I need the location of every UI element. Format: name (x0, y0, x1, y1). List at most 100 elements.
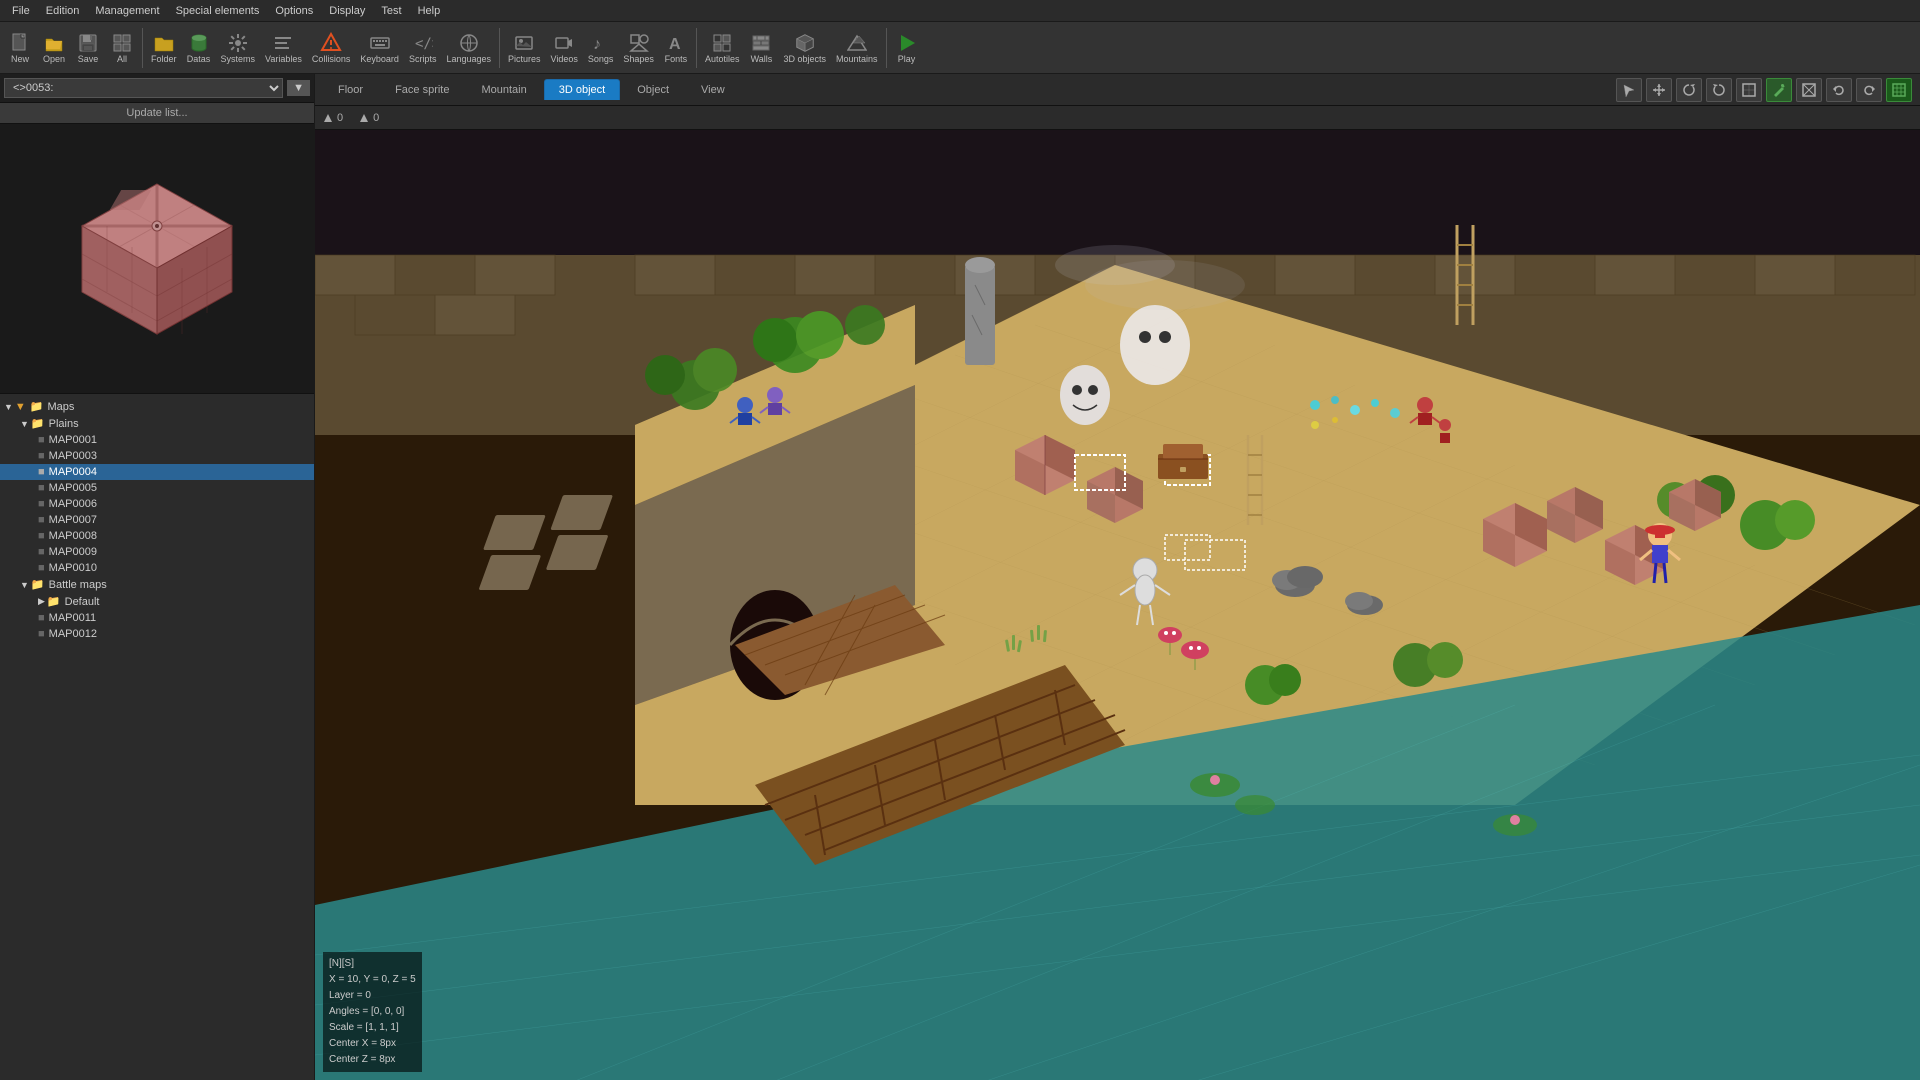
tool-erase[interactable] (1796, 78, 1822, 102)
tree-map0004[interactable]: ■ MAP0004 (0, 464, 314, 480)
toolbar-open[interactable]: Open (38, 30, 70, 66)
all-icon (111, 32, 133, 54)
toolbar-languages[interactable]: Languages (442, 30, 495, 66)
toolbar-scripts[interactable]: </> Scripts (405, 30, 441, 66)
tool-undo[interactable] (1826, 78, 1852, 102)
preview-area (0, 124, 314, 394)
menu-edition[interactable]: Edition (38, 3, 88, 19)
keyboard-icon (369, 32, 391, 54)
battlemaps-label: Battle maps (49, 579, 107, 591)
menu-test[interactable]: Test (373, 3, 409, 19)
right-panel: Floor Face sprite Mountain 3D object Obj… (315, 74, 1920, 1080)
menu-options[interactable]: Options (267, 3, 321, 19)
tree-map0001[interactable]: ■ MAP0001 (0, 432, 314, 448)
map0004-label: MAP0004 (49, 466, 97, 478)
play-label: Play (898, 54, 916, 64)
tool-scale[interactable] (1736, 78, 1762, 102)
tool-redo[interactable] (1856, 78, 1882, 102)
status-layer: Layer = 0 (329, 988, 416, 1004)
autotiles-icon (711, 32, 733, 54)
collisions-icon (320, 32, 342, 54)
tree-map0010[interactable]: ■ MAP0010 (0, 560, 314, 576)
tool-move[interactable] (1646, 78, 1672, 102)
menu-help[interactable]: Help (410, 3, 449, 19)
walls-icon (750, 32, 772, 54)
tab-mountain[interactable]: Mountain (466, 79, 541, 100)
tool-rotate-left[interactable] (1676, 78, 1702, 102)
svg-text:</>: </> (415, 36, 433, 52)
arrow-up-icon: 0 (323, 112, 343, 124)
toolbar-systems[interactable]: Systems (217, 30, 260, 66)
map-viewport[interactable]: [N][S] X = 10, Y = 0, Z = 5 Layer = 0 An… (315, 130, 1920, 1080)
tree-default[interactable]: ▶ 📁 Default (0, 593, 314, 610)
toolbar-variables[interactable]: Variables (261, 30, 306, 66)
status-coords: X = 10, Y = 0, Z = 5 (329, 972, 416, 988)
menu-file[interactable]: File (4, 3, 38, 19)
toolbar-shapes[interactable]: Shapes (619, 30, 658, 66)
tabs-left: Floor Face sprite Mountain 3D object Obj… (323, 79, 740, 100)
status-center-z: Center Z = 8px (329, 1052, 416, 1068)
tab-object[interactable]: Object (622, 79, 684, 100)
tab-face-sprite[interactable]: Face sprite (380, 79, 464, 100)
tool-rotate-right[interactable] (1706, 78, 1732, 102)
tree-map0011[interactable]: ■ MAP0011 (0, 610, 314, 626)
languages-icon (458, 32, 480, 54)
tree-map0008[interactable]: ■ MAP0008 (0, 528, 314, 544)
tree-map0009[interactable]: ■ MAP0009 (0, 544, 314, 560)
tabs-tools (1616, 78, 1912, 102)
map0007-label: MAP0007 (49, 514, 97, 526)
update-list-button[interactable]: Update list... (0, 103, 314, 124)
toolbar-datas[interactable]: Datas (183, 30, 215, 66)
datas-label: Datas (187, 54, 211, 64)
toolbar-folder[interactable]: Folder (147, 30, 181, 66)
toolbar-all[interactable]: All (106, 30, 138, 66)
tool-grid[interactable] (1886, 78, 1912, 102)
menu-display[interactable]: Display (321, 3, 373, 19)
toolbar-pictures[interactable]: Pictures (504, 30, 545, 66)
tree-battlemaps[interactable]: ▼ 📁 Battle maps (0, 576, 314, 593)
tree-map0007[interactable]: ■ MAP0007 (0, 512, 314, 528)
toolbar-videos[interactable]: Videos (547, 30, 582, 66)
toolbar-collisions[interactable]: Collisions (308, 30, 355, 66)
toolbar-keyboard[interactable]: Keyboard (356, 30, 403, 66)
sep4 (886, 28, 887, 68)
tab-3d-object[interactable]: 3D object (544, 79, 620, 100)
toolbar-new[interactable]: New (4, 30, 36, 66)
play-icon (896, 32, 918, 54)
tree-map0003[interactable]: ■ MAP0003 (0, 448, 314, 464)
fonts-icon: A (665, 32, 687, 54)
menu-special-elements[interactable]: Special elements (168, 3, 268, 19)
toolbar-songs[interactable]: ♪ Songs (584, 30, 618, 66)
toolbar-walls[interactable]: Walls (745, 30, 777, 66)
tab-floor[interactable]: Floor (323, 79, 378, 100)
tree-plains[interactable]: ▼ 📁 Plains (0, 415, 314, 432)
collisions-label: Collisions (312, 54, 351, 64)
tab-view[interactable]: View (686, 79, 740, 100)
sep1 (142, 28, 143, 68)
toolbar-mountains[interactable]: Mountains (832, 30, 882, 66)
toolbar-autotiles[interactable]: Autotiles (701, 30, 744, 66)
tree-map0012[interactable]: ■ MAP0012 (0, 626, 314, 642)
object-preview (52, 154, 262, 364)
tree-map0005[interactable]: ■ MAP0005 (0, 480, 314, 496)
languages-label: Languages (446, 54, 491, 64)
battlemaps-expand-arrow[interactable]: ▼ (20, 580, 29, 590)
maps-expand-arrow[interactable]: ▼ (4, 402, 13, 412)
tool-select[interactable] (1616, 78, 1642, 102)
toolbar-save[interactable]: Save (72, 30, 104, 66)
tree-map0006[interactable]: ■ MAP0006 (0, 496, 314, 512)
toolbar-3dobjects[interactable]: 3D objects (779, 30, 830, 66)
save-label: Save (78, 54, 99, 64)
toolbar-fonts[interactable]: A Fonts (660, 30, 692, 66)
tabs-bar: Floor Face sprite Mountain 3D object Obj… (315, 74, 1920, 106)
new-label: New (11, 54, 29, 64)
map-dropdown-btn[interactable]: ▼ (287, 80, 310, 96)
map-dropdown[interactable]: <>0053: (4, 78, 283, 98)
default-label: Default (65, 596, 100, 608)
toolbar-play[interactable]: Play (891, 30, 923, 66)
menu-management[interactable]: Management (87, 3, 167, 19)
plains-expand-arrow[interactable]: ▼ (20, 419, 29, 429)
default-expand-arrow[interactable]: ▶ (38, 596, 45, 607)
tree-maps-root[interactable]: ▼ ▼ 📁 Maps (0, 398, 314, 415)
tool-pencil[interactable] (1766, 78, 1792, 102)
